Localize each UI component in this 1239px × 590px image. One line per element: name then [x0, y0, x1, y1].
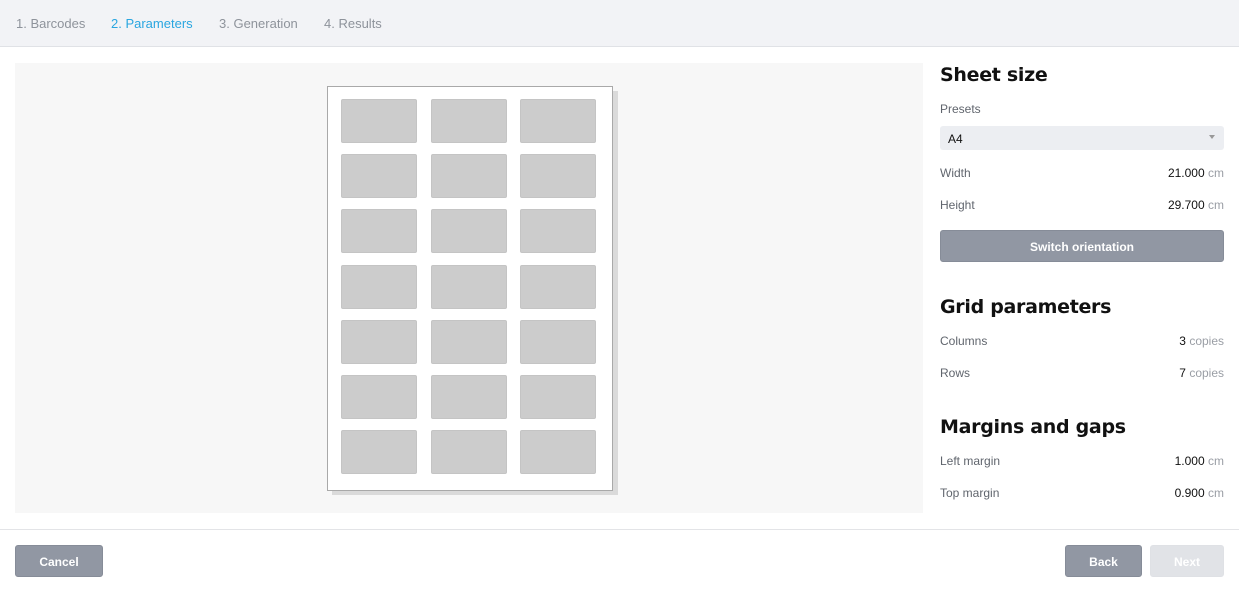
label-placeholder	[341, 99, 417, 143]
height-unit: cm	[1208, 198, 1224, 212]
rows-label: Rows	[940, 366, 971, 380]
columns-row: Columns 3 copies	[940, 334, 1224, 348]
left-margin-value[interactable]: 1.000	[1175, 454, 1205, 468]
label-placeholder	[520, 99, 596, 143]
label-placeholder	[341, 264, 417, 309]
rows-value[interactable]: 7	[1179, 366, 1186, 380]
grid-parameters-heading: Grid parameters	[940, 296, 1112, 318]
label-placeholder	[341, 375, 417, 419]
top-margin-unit: cm	[1208, 486, 1224, 500]
label-placeholder	[430, 209, 507, 254]
label-placeholder	[520, 430, 596, 475]
width-unit: cm	[1208, 166, 1224, 180]
width-value[interactable]: 21.000	[1168, 166, 1205, 180]
label-placeholder	[430, 264, 507, 309]
height-label: Height	[940, 198, 975, 212]
columns-value[interactable]: 3	[1179, 334, 1186, 348]
height-row: Height 29.700 cm	[940, 198, 1224, 212]
label-placeholder	[520, 319, 596, 364]
cancel-button[interactable]: Cancel	[15, 545, 103, 577]
label-placeholder	[341, 430, 417, 475]
next-button[interactable]: Next	[1150, 545, 1224, 577]
rows-unit: copies	[1189, 366, 1224, 380]
height-value[interactable]: 29.700	[1168, 198, 1205, 212]
label-placeholder	[430, 154, 507, 199]
label-placeholder	[341, 154, 417, 199]
sheet-preview	[327, 86, 613, 491]
label-placeholder	[430, 375, 507, 419]
label-placeholder	[520, 209, 596, 254]
switch-orientation-button[interactable]: Switch orientation	[940, 230, 1224, 262]
columns-label: Columns	[940, 334, 988, 348]
step-barcodes[interactable]: 1. Barcodes	[16, 16, 85, 31]
chevron-down-icon	[1209, 135, 1215, 139]
left-margin-label: Left margin	[940, 454, 1001, 468]
step-results[interactable]: 4. Results	[324, 16, 382, 31]
left-margin-row: Left margin 1.000 cm	[940, 454, 1224, 468]
label-placeholder	[430, 430, 507, 475]
label-placeholder	[341, 319, 417, 364]
top-margin-label: Top margin	[940, 486, 1000, 500]
footer-divider	[0, 529, 1239, 530]
top-margin-row: Top margin 0.900 cm	[940, 486, 1224, 500]
label-placeholder	[430, 99, 507, 143]
label-placeholder	[520, 154, 596, 199]
step-generation[interactable]: 3. Generation	[219, 16, 298, 31]
wizard-steps: 1. Barcodes 2. Parameters 3. Generation …	[0, 0, 1239, 47]
presets-label: Presets	[940, 102, 981, 116]
label-placeholder	[341, 209, 417, 254]
presets-select[interactable]: A4	[940, 126, 1224, 150]
label-placeholder	[430, 319, 507, 364]
label-placeholder	[520, 264, 596, 309]
presets-value: A4	[948, 132, 963, 146]
left-margin-unit: cm	[1208, 454, 1224, 468]
columns-unit: copies	[1189, 334, 1224, 348]
step-parameters[interactable]: 2. Parameters	[111, 16, 193, 31]
width-row: Width 21.000 cm	[940, 166, 1224, 180]
label-placeholder	[520, 375, 596, 419]
width-label: Width	[940, 166, 971, 180]
margins-heading: Margins and gaps	[940, 416, 1126, 438]
top-margin-value[interactable]: 0.900	[1175, 486, 1205, 500]
rows-row: Rows 7 copies	[940, 366, 1224, 380]
back-button[interactable]: Back	[1065, 545, 1142, 577]
sheet-size-heading: Sheet size	[940, 64, 1048, 86]
